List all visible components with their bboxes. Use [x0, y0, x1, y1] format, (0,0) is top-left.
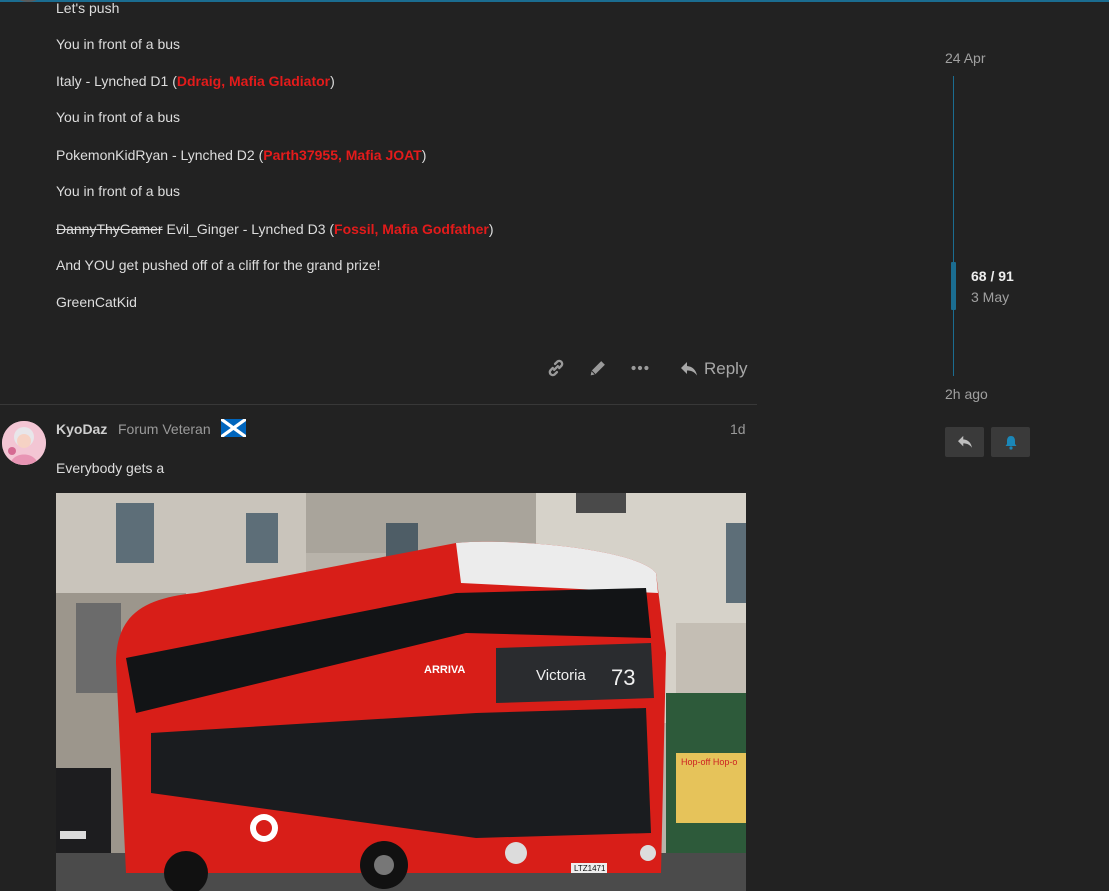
bus-operator: ARRIVA: [424, 664, 465, 676]
kiosk-sign: Hop-off Hop-o: [681, 757, 737, 767]
post-divider: [0, 404, 757, 405]
reply-arrow-icon: [681, 362, 697, 376]
bus-photo[interactable]: Hop-off Hop-o Victoria 73 ARRIVA LTZ1471: [56, 493, 746, 891]
timeline-reply-button[interactable]: [945, 427, 984, 457]
timeline-start-date[interactable]: 24 Apr: [945, 50, 985, 66]
timeline-track-upper[interactable]: [953, 76, 954, 262]
bus-route: 73: [611, 665, 635, 690]
timeline-position-date: 3 May: [971, 289, 1010, 305]
timeline-track-lower[interactable]: [953, 310, 954, 376]
user-title: Forum Veteran: [118, 421, 211, 437]
post-line: DannyThyGamer Evil_Ginger - Lynched D3 (…: [56, 221, 494, 237]
timeline-handle[interactable]: [951, 262, 956, 310]
post-line: You in front of a bus: [56, 109, 181, 125]
reply-arrow-icon: [957, 435, 972, 448]
post-line: Italy - Lynched D1 (Ddraig, Mafia Gladia…: [56, 73, 335, 89]
top-accent-bar: [0, 0, 1109, 2]
post-line: Let's push: [56, 0, 120, 16]
post-body-text: Everybody gets a: [56, 460, 165, 476]
post-line: And YOU get pushed off of a cliff for th…: [56, 257, 381, 273]
timeline-end-date[interactable]: 2h ago: [945, 386, 988, 402]
post-line: You in front of a bus: [56, 36, 181, 52]
link-icon[interactable]: [545, 357, 569, 381]
post-line: You in front of a bus: [56, 183, 181, 199]
bell-icon: [1005, 435, 1016, 450]
bus-destination: Victoria: [536, 667, 586, 684]
post-age[interactable]: 1d: [730, 421, 746, 437]
reply-label: Reply: [704, 359, 748, 378]
post-username[interactable]: KyoDaz: [56, 421, 107, 437]
timeline-position[interactable]: 68 / 91: [971, 268, 1014, 284]
post-line: GreenCatKid: [56, 294, 137, 310]
reply-button[interactable]: Reply: [680, 356, 747, 382]
bus-plate: LTZ1471: [574, 864, 606, 873]
post-line: PokemonKidRyan - Lynched D2 (Parth37955,…: [56, 147, 427, 163]
avatar[interactable]: [2, 421, 46, 465]
scotland-flag-icon: [220, 417, 247, 439]
pencil-icon[interactable]: [587, 357, 611, 381]
notification-bell-button[interactable]: [991, 427, 1030, 457]
more-icon[interactable]: [629, 357, 653, 381]
